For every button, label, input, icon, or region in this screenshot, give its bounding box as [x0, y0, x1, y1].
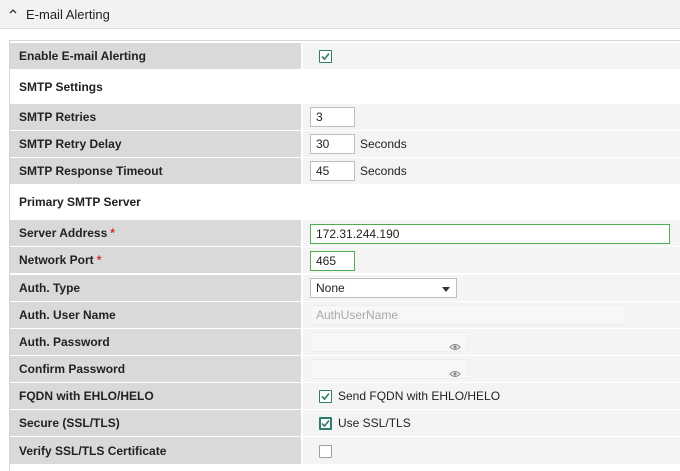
auth-type-value: None	[303, 275, 680, 301]
confirm-password-input[interactable]	[310, 359, 468, 379]
secure-checkbox[interactable]	[319, 417, 332, 430]
smtp-response-timeout-value: 45 Seconds	[303, 158, 680, 184]
row-server-address: Server Address * 172.31.244.190	[10, 220, 680, 246]
auth-password-input[interactable]	[310, 332, 468, 352]
network-port-label: Network Port *	[10, 247, 301, 273]
panel-title: E-mail Alerting	[26, 7, 110, 22]
eye-icon[interactable]	[449, 365, 461, 383]
smtp-settings-heading: SMTP Settings	[10, 71, 680, 103]
fqdn-value: Send FQDN with EHLO/HELO	[303, 383, 680, 409]
row-auth-type: Auth. Type None	[10, 275, 680, 301]
caret-down-icon	[442, 287, 450, 292]
network-port-value: 465	[303, 247, 680, 273]
fqdn-label: FQDN with EHLO/HELO	[10, 383, 301, 409]
smtp-response-timeout-label: SMTP Response Timeout	[10, 158, 301, 184]
server-address-label: Server Address *	[10, 220, 301, 246]
smtp-retry-delay-value: 30 Seconds	[303, 131, 680, 157]
row-auth-user-name: Auth. User Name AuthUserName	[10, 302, 680, 328]
auth-type-select[interactable]: None	[310, 278, 457, 298]
auth-type-selected: None	[316, 281, 345, 295]
required-marker: *	[96, 253, 102, 267]
chevron-up-icon[interactable]	[9, 8, 17, 16]
primary-smtp-server-heading: Primary SMTP Server	[10, 186, 680, 218]
smtp-retry-delay-input[interactable]: 30	[310, 134, 355, 154]
enable-alerting-label: Enable E-mail Alerting	[10, 43, 301, 69]
auth-user-name-input[interactable]: AuthUserName	[310, 305, 626, 325]
auth-password-value	[303, 329, 680, 355]
server-address-input[interactable]: 172.31.244.190	[310, 224, 670, 244]
row-smtp-response-timeout: SMTP Response Timeout 45 Seconds	[10, 158, 680, 184]
checkmark-icon	[321, 52, 330, 61]
row-confirm-password: Confirm Password	[10, 356, 680, 382]
response-timeout-unit: Seconds	[360, 164, 407, 178]
eye-icon[interactable]	[449, 338, 461, 356]
verify-cert-value	[303, 437, 680, 464]
verify-cert-label: Verify SSL/TLS Certificate	[10, 437, 301, 464]
row-auth-password: Auth. Password	[10, 329, 680, 355]
retry-delay-unit: Seconds	[360, 137, 407, 151]
row-secure: Secure (SSL/TLS) Use SSL/TLS	[10, 410, 680, 436]
auth-password-label: Auth. Password	[10, 329, 301, 355]
checkmark-icon	[321, 419, 330, 428]
auth-type-label: Auth. Type	[10, 275, 301, 301]
secure-value: Use SSL/TLS	[303, 410, 680, 436]
fqdn-checkbox[interactable]	[319, 390, 332, 403]
row-fqdn: FQDN with EHLO/HELO Send FQDN with EHLO/…	[10, 383, 680, 409]
smtp-retries-label: SMTP Retries	[10, 104, 301, 130]
auth-user-name-value: AuthUserName	[303, 302, 680, 328]
row-verify-cert: Verify SSL/TLS Certificate	[10, 437, 680, 464]
row-enable-alerting: Enable E-mail Alerting	[10, 43, 680, 69]
auth-user-name-label: Auth. User Name	[10, 302, 301, 328]
row-network-port: Network Port * 465	[10, 247, 680, 273]
secure-label: Secure (SSL/TLS)	[10, 410, 301, 436]
smtp-response-timeout-input[interactable]: 45	[310, 161, 355, 181]
required-marker: *	[110, 226, 115, 240]
secure-checkbox-label[interactable]: Use SSL/TLS	[338, 410, 411, 436]
row-smtp-retries: SMTP Retries 3	[10, 104, 680, 130]
smtp-retries-value: 3	[303, 104, 680, 130]
checkmark-icon	[321, 392, 330, 401]
smtp-retries-input[interactable]: 3	[310, 107, 355, 127]
server-address-label-text: Server Address	[19, 226, 108, 240]
confirm-password-label: Confirm Password	[10, 356, 301, 382]
network-port-input[interactable]: 465	[310, 251, 355, 271]
confirm-password-value	[303, 356, 680, 382]
enable-alerting-value	[303, 43, 680, 69]
server-address-value: 172.31.244.190	[303, 220, 680, 246]
row-smtp-retry-delay: SMTP Retry Delay 30 Seconds	[10, 131, 680, 157]
network-port-label-text: Network Port	[19, 253, 94, 267]
verify-cert-checkbox[interactable]	[319, 445, 332, 458]
smtp-retry-delay-label: SMTP Retry Delay	[10, 131, 301, 157]
fqdn-checkbox-label[interactable]: Send FQDN with EHLO/HELO	[338, 383, 500, 409]
enable-alerting-checkbox[interactable]	[319, 50, 332, 63]
panel-header[interactable]: E-mail Alerting	[0, 0, 680, 29]
